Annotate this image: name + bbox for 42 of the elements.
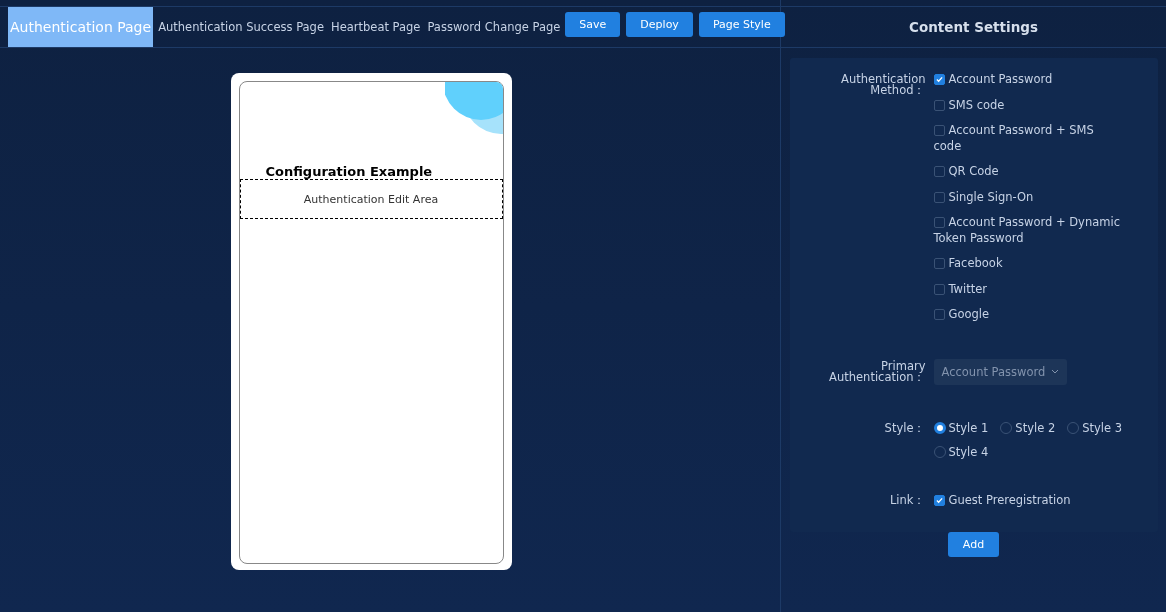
checkbox[interactable] [933,166,945,177]
action-button[interactable]: Deploy [626,12,693,37]
checkbox-option[interactable]: Google [933,307,1124,323]
page-tab[interactable]: Password Change Page [425,7,563,47]
page-tab[interactable]: Authentication Success Page [156,7,326,47]
field-label: Authentication Method： [840,72,926,99]
checkbox[interactable] [933,99,945,111]
checkbox-option[interactable]: QR Code [933,164,1124,180]
add-button[interactable]: Add [947,532,1000,557]
preview-title: Configuration Example [265,164,433,179]
radio-option[interactable]: Style 1 [933,420,989,435]
checkbox-option[interactable]: Account Password + SMS code [933,123,1124,154]
checkbox-option[interactable]: Guest Preregistration [933,492,1124,508]
checkbox[interactable] [933,217,945,228]
checkbox-option[interactable]: Account Password + Dynamic Token Password [933,215,1124,246]
checkbox-option[interactable]: Single Sign-On [933,189,1124,205]
checkbox[interactable] [933,258,945,269]
action-button[interactable]: Save [565,12,621,37]
checkbox[interactable] [933,125,945,136]
field-label: Link： [889,492,926,508]
checkbox[interactable] [933,494,945,506]
action-button[interactable]: Page Style [698,12,785,37]
radio-option[interactable]: Style 2 [1000,420,1056,435]
edit-area[interactable]: Authentication Edit Area [239,179,503,219]
chevron-down-icon [1051,368,1060,375]
radio-option[interactable]: Style 3 [1067,420,1123,435]
checkbox-option[interactable]: Facebook [933,256,1124,272]
panel-title: Content Settings [909,19,1038,35]
page-tab[interactable]: Heartbeat Page [329,7,423,47]
checkbox[interactable] [933,309,945,320]
checkbox-option[interactable]: Twitter [933,281,1124,297]
radio-button[interactable] [933,421,946,434]
checkbox-option[interactable]: Account Password [933,72,1124,88]
field-label: Style： [884,420,926,437]
checkbox[interactable] [933,74,945,85]
checkbox[interactable] [933,191,945,203]
cloud-decoration [444,82,503,134]
field-label: Primary Authentication： [828,358,926,385]
select-field[interactable]: Account Password [933,358,1068,385]
checkbox-option[interactable]: SMS code [933,97,1124,113]
radio-option[interactable]: Style 4 [933,444,989,459]
checkbox[interactable] [933,283,945,295]
